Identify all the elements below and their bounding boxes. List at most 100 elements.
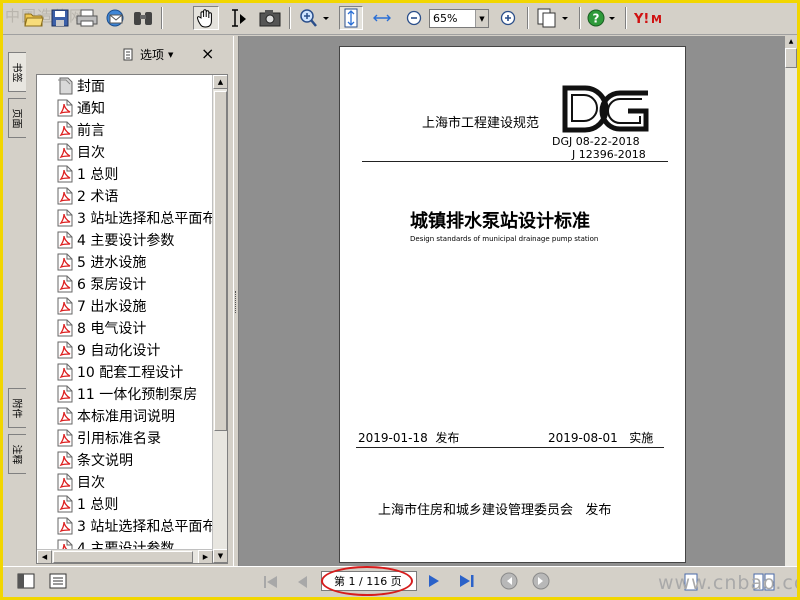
- pdf-bookmark-icon: [57, 429, 73, 447]
- bookmark-label: 前言: [77, 123, 105, 139]
- forward-view-icon[interactable]: [531, 571, 551, 594]
- horizontal-scrollbar[interactable]: ◀ ▶: [37, 549, 213, 563]
- bookmark-item[interactable]: 封面: [37, 75, 105, 97]
- tab-comments[interactable]: 注释: [8, 434, 26, 474]
- hand-tool-icon[interactable]: [193, 6, 219, 30]
- pdf-bookmark-icon: [57, 341, 73, 359]
- bookmark-label: 8 电气设计: [77, 321, 147, 337]
- bookmark-item[interactable]: 10 配套工程设计: [37, 361, 183, 383]
- document-info-icon[interactable]: [49, 573, 67, 589]
- tab-attachments[interactable]: 附件: [8, 388, 26, 428]
- scroll-thumb[interactable]: [214, 91, 227, 431]
- bookmark-item[interactable]: 7 出水设施: [37, 295, 146, 317]
- scroll-up-icon[interactable]: ▲: [785, 36, 797, 48]
- save-icon[interactable]: [49, 6, 71, 30]
- bookmark-item[interactable]: 9 自动化设计: [37, 339, 160, 361]
- bookmark-item[interactable]: 目次: [37, 141, 105, 163]
- fit-page-icon[interactable]: [339, 6, 363, 30]
- previous-page-icon[interactable]: [295, 573, 309, 594]
- bookmark-label: 通知: [77, 101, 105, 117]
- zoom-in-icon[interactable]: [497, 6, 519, 30]
- vertical-scrollbar[interactable]: ▲ ▼: [212, 75, 227, 563]
- bookmark-item[interactable]: 本标准用词说明: [37, 405, 175, 427]
- first-page-icon[interactable]: [261, 573, 281, 594]
- pdf-bookmark-icon: [57, 209, 73, 227]
- bookmark-item[interactable]: 3 站址选择和总平面布: [37, 515, 216, 537]
- viewer-window: 中国造价网 65% ▼ ? Y! M 书签 页面 附件 注释 选项 ▼ × 封面…: [3, 3, 797, 597]
- pdf-bookmark-icon: [57, 143, 73, 161]
- document-view[interactable]: 上海市工程建设规范 DGJ 08-22-2018 J 12396-2018 城镇…: [239, 36, 785, 566]
- document-page: 上海市工程建设规范 DGJ 08-22-2018 J 12396-2018 城镇…: [339, 46, 686, 563]
- bookmark-item[interactable]: 8 电气设计: [37, 317, 146, 339]
- open-icon[interactable]: [23, 6, 45, 30]
- bookmark-item[interactable]: 前言: [37, 119, 105, 141]
- zoom-in-tool-icon[interactable]: [297, 6, 331, 30]
- bookmark-item[interactable]: 4 主要设计参数: [37, 229, 174, 251]
- search-binoculars-icon[interactable]: [131, 6, 155, 30]
- back-view-icon[interactable]: [499, 571, 519, 594]
- zoom-out-icon[interactable]: [403, 6, 425, 30]
- bookmark-item[interactable]: 引用标准名录: [37, 427, 161, 449]
- snapshot-icon[interactable]: [257, 6, 283, 30]
- dg-logo: [562, 85, 649, 133]
- bookmark-item[interactable]: 1 总则: [37, 493, 118, 515]
- bookmark-label: 6 泵房设计: [77, 277, 147, 293]
- bookmark-item[interactable]: 2 术语: [37, 185, 118, 207]
- page-layout-icon[interactable]: [535, 6, 571, 30]
- bookmark-label: 1 总则: [77, 497, 119, 513]
- close-icon[interactable]: ×: [201, 44, 214, 63]
- pdf-bookmark-icon: [57, 187, 73, 205]
- select-text-icon[interactable]: [225, 6, 251, 30]
- watermark-bottom: www.cnbao.com: [658, 572, 797, 594]
- scroll-right-icon[interactable]: ▶: [198, 550, 213, 563]
- next-page-icon[interactable]: [427, 572, 441, 593]
- fit-width-icon[interactable]: [369, 6, 395, 30]
- scroll-up-icon[interactable]: ▲: [213, 75, 227, 89]
- bookmark-item[interactable]: 5 进水设施: [37, 251, 146, 273]
- pdf-bookmark-icon: [57, 275, 73, 293]
- doc-code-1: DGJ 08-22-2018: [552, 135, 640, 148]
- pdf-bookmark-icon: [57, 451, 73, 469]
- bookmark-label: 9 自动化设计: [77, 343, 161, 359]
- bookmark-item[interactable]: 11 一体化预制泵房: [37, 383, 197, 405]
- document-scrollbar[interactable]: ▲: [785, 36, 797, 566]
- hscroll-thumb[interactable]: [53, 551, 193, 563]
- print-icon[interactable]: [75, 6, 99, 30]
- bookmark-item[interactable]: 3 站址选择和总平面布: [37, 207, 216, 229]
- zoom-value: 65%: [433, 12, 458, 25]
- y-logo[interactable]: Y! M: [633, 6, 669, 30]
- tab-pages[interactable]: 页面: [8, 98, 26, 138]
- bookmark-label: 11 一体化预制泵房: [77, 387, 198, 403]
- series-title: 上海市工程建设规范: [422, 116, 540, 131]
- pdf-bookmark-icon: [57, 297, 73, 315]
- zoom-select[interactable]: 65% ▼: [429, 9, 489, 28]
- issue-date: 2019-01-18 发布: [358, 431, 460, 445]
- last-page-icon[interactable]: [457, 572, 477, 593]
- bookmark-label: 本标准用词说明: [77, 409, 175, 425]
- publisher: 上海市住房和城乡建设管理委员会 发布: [378, 503, 612, 518]
- scroll-down-icon[interactable]: ▼: [213, 549, 227, 563]
- date-rule: [356, 447, 664, 448]
- bookmark-item[interactable]: 1 总则: [37, 163, 118, 185]
- bookmark-label: 10 配套工程设计: [77, 365, 184, 381]
- scroll-left-icon[interactable]: ◀: [37, 550, 52, 563]
- options-menu[interactable]: 选项 ▼: [123, 46, 173, 63]
- pdf-bookmark-icon: [57, 495, 73, 513]
- bookmark-label: 条文说明: [77, 453, 133, 469]
- bookmark-item[interactable]: 目次: [37, 471, 105, 493]
- bookmark-item[interactable]: 条文说明: [37, 449, 133, 471]
- email-icon[interactable]: [103, 6, 127, 30]
- doc-scroll-thumb[interactable]: [785, 48, 797, 68]
- pdf-bookmark-icon: [57, 99, 73, 117]
- bookmark-label: 3 站址选择和总平面布: [77, 519, 217, 535]
- pdf-bookmark-icon: [57, 363, 73, 381]
- tab-bookmarks[interactable]: 书签: [8, 52, 26, 92]
- bookmark-list[interactable]: 封面 通知 前言 目次 1 总则 2 术语 3 站址选择和总平面布 4 主要设计参数 5 进水设…: [36, 74, 228, 564]
- bookmark-item[interactable]: 通知: [37, 97, 105, 119]
- panel-toggle-icon[interactable]: [17, 573, 35, 589]
- doc-title: 城镇排水泵站设计标准: [410, 211, 590, 232]
- bookmark-item[interactable]: 6 泵房设计: [37, 273, 146, 295]
- help-icon[interactable]: ?: [585, 6, 619, 30]
- pdf-bookmark-icon: [57, 407, 73, 425]
- chevron-down-icon[interactable]: ▼: [475, 10, 488, 27]
